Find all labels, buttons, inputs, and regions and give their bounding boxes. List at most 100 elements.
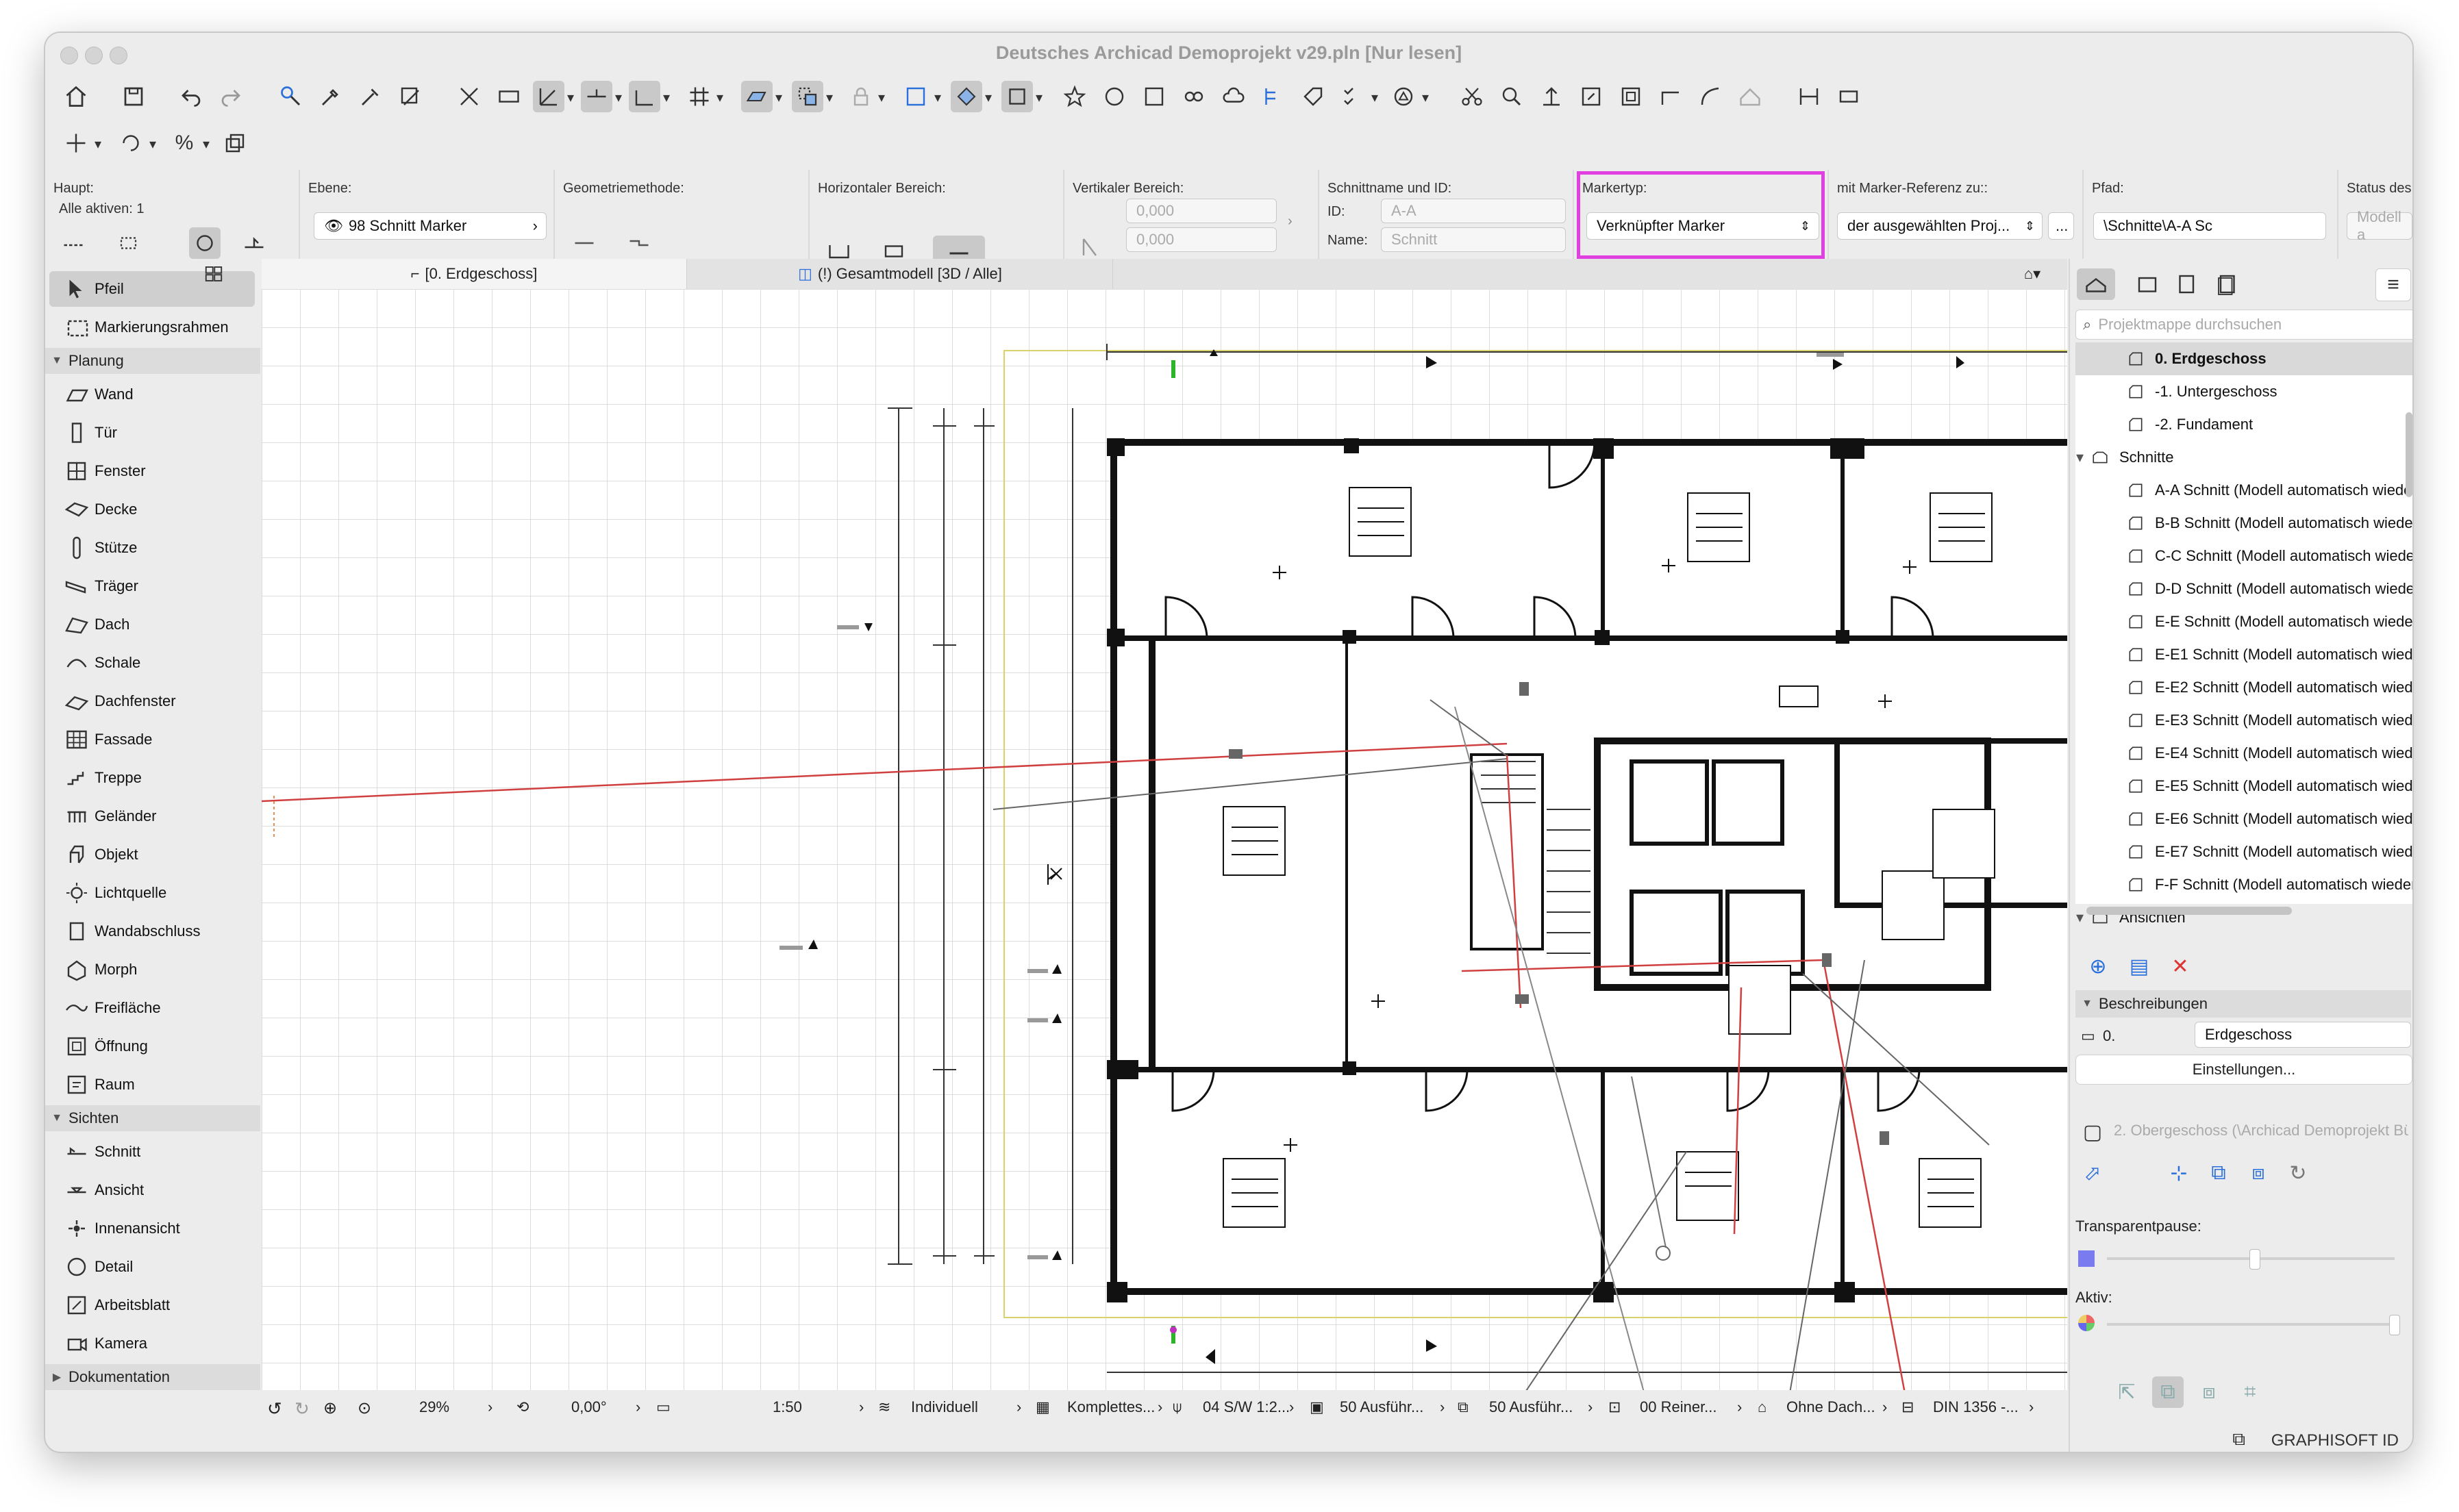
rotate-marker-icon[interactable] [189,227,221,259]
horizontal-scrollbar[interactable] [2086,907,2292,915]
chevron-down-icon[interactable]: ▾ [878,89,885,106]
tab-erdgeschoss[interactable]: ⌐ [0. Erdgeschoss] [262,259,687,289]
trace-swap-icon[interactable]: ⧈ [2243,1157,2274,1189]
chevron-right-icon[interactable]: › [1440,1398,1445,1416]
checklist-icon[interactable] [1337,81,1369,112]
paper-value[interactable]: DIN 1356 -... [1933,1398,2019,1416]
dokumentation-header[interactable]: ▶ Dokumentation [45,1364,260,1390]
chevron-down-icon[interactable]: ▾ [95,136,101,153]
pfad-field[interactable]: \Schnitte\A-A Sc [2093,212,2326,240]
tool-treppe[interactable]: Treppe [49,760,255,796]
navigator-search[interactable]: ⌕ Projektmappe durchsuchen [2075,310,2412,340]
navigator-item[interactable]: 0. Erdgeschoss [2075,342,2412,375]
move-icon[interactable] [60,127,92,159]
angle-value[interactable]: 0,00° [571,1398,607,1416]
tool-raum[interactable]: Raum [49,1067,255,1102]
publisher-icon[interactable] [2211,268,2243,300]
cloud-icon[interactable] [1218,81,1249,112]
aktiv-slider-thumb[interactable] [2389,1315,2400,1335]
trace-transform-icon[interactable]: ⊹ [2163,1157,2195,1189]
roof-shape-icon[interactable] [1734,81,1766,112]
snap-points-icon[interactable] [629,81,660,112]
chevron-down-icon[interactable]: ▾ [716,89,723,106]
chevron-right-icon[interactable]: › [1288,214,1293,229]
navigator-item[interactable]: ▾ Schnitte [2075,441,2412,474]
gravity-icon[interactable] [581,81,612,112]
navigator-item[interactable]: -2. Fundament [2075,408,2412,441]
navigator-item[interactable]: E-E4 Schnitt (Modell automatisch wieder … [2075,737,2412,770]
tool-fenster[interactable]: Fenster [49,453,255,489]
display-option-icon[interactable]: ⧈ [2193,1376,2225,1408]
chevron-down-icon[interactable]: ▾ [663,89,670,106]
undo-view-icon[interactable]: ↺ [267,1398,282,1420]
color-wheel-icon[interactable] [2078,1315,2095,1331]
syringe-icon[interactable] [355,81,386,112]
chevron-right-icon[interactable]: › [636,1398,640,1416]
undo-icon[interactable] [175,81,207,112]
tool-dach[interactable]: Dach [49,607,255,642]
trace-move-icon[interactable]: ⬀ [2077,1157,2108,1189]
magic-wand-icon[interactable] [395,81,426,112]
navigator-item[interactable]: C-C Schnitt (Modell automatisch wieder a [2075,540,2412,572]
tool-ansicht[interactable]: Ansicht [49,1172,255,1208]
model-view-value[interactable]: Komplettes... [1067,1398,1155,1416]
navigator-item[interactable]: E-E6 Schnitt (Modell automatisch wieder … [2075,803,2412,835]
view-map-icon[interactable] [2132,268,2163,300]
trace-icon[interactable]: ▢ [2077,1116,2108,1148]
chevron-down-icon[interactable]: ▾ [1371,89,1378,106]
schedule-icon[interactable] [1258,81,1289,112]
tool-kamera[interactable]: Kamera [49,1326,255,1361]
tool-schale[interactable]: Schale [49,645,255,681]
trace-reference-field[interactable]: 2. Obergeschoss (\Archicad Demoprojekt B… [2114,1122,2408,1139]
tab-layout-toggle[interactable] [166,259,262,289]
graphisoft-id-label[interactable]: GRAPHISOFT ID [2271,1431,2399,1450]
redo-icon[interactable] [215,81,247,112]
tool-schnitt[interactable]: Schnitt [49,1134,255,1170]
trace-reset-icon[interactable]: ↻ [2282,1157,2314,1189]
renovation-value[interactable]: 00 Reiner... [1640,1398,1717,1416]
pen-set-value[interactable]: 04 S/W 1:2... [1203,1398,1290,1416]
layout-book-icon[interactable] [2171,268,2203,300]
offset-icon[interactable] [1615,81,1647,112]
layer-select[interactable]: 👁 98 Schnitt Marker › [314,212,547,240]
chevron-right-icon[interactable]: › [1588,1398,1593,1416]
curve-icon[interactable] [1695,81,1726,112]
referenz-select[interactable]: der ausgewählten Proj... ⇕ [1837,212,2043,240]
display-option-icon[interactable]: ⇱ [2111,1376,2143,1408]
vertical-lower-input[interactable]: 0,000 [1126,227,1277,252]
tool-markierungsrahmen[interactable]: Markierungsrahmen [49,310,255,345]
chevron-down-icon[interactable]: ▾ [1422,89,1429,106]
planung-header[interactable]: ▼ Planung [45,348,260,374]
menu-icon[interactable]: ≡ [2375,268,2411,301]
structure-value[interactable]: Ohne Dach... [1786,1398,1875,1416]
zoom-fit-icon[interactable]: ⊙ [358,1398,371,1418]
ruler-icon[interactable] [493,81,525,112]
merge-icon[interactable] [1833,81,1864,112]
status-field[interactable]: Modell a [2347,208,2412,243]
trim-icon[interactable] [1001,81,1033,112]
delete-icon[interactable]: ✕ [2164,950,2196,982]
marquee-small-icon[interactable] [114,227,145,259]
solid-ops-icon[interactable] [951,81,982,112]
render-icon[interactable] [1099,81,1130,112]
tool-fassade[interactable]: Fassade [49,722,255,757]
layout-icon[interactable] [900,81,932,112]
marker-direction-icon[interactable] [238,227,270,259]
eyedropper-icon[interactable] [315,81,347,112]
scissors-icon[interactable] [1456,81,1488,112]
tool-freifläche[interactable]: Freifläche [49,990,255,1026]
tool-wand[interactable]: Wand [49,377,255,412]
search-icon[interactable] [1496,81,1527,112]
grid-icon[interactable] [684,81,715,112]
tool-objekt[interactable]: Objekt [49,837,255,872]
resize-icon[interactable] [1575,81,1607,112]
tool-tür[interactable]: Tür [49,415,255,451]
beschreibungen-header[interactable]: ▼ Beschreibungen [2075,990,2411,1018]
chevron-down-icon[interactable]: ▾ [1036,89,1043,106]
tool-detail[interactable]: Detail [49,1249,255,1285]
chevron-right-icon[interactable]: › [859,1398,864,1416]
navigator-item[interactable]: E-E3 Schnitt (Modell automatisch wieder … [2075,704,2412,737]
navigator-item[interactable]: A-A Schnitt (Modell automatisch wieder a… [2075,474,2412,507]
find-select-icon[interactable] [275,81,307,112]
tool-lichtquelle[interactable]: Lichtquelle [49,875,255,911]
